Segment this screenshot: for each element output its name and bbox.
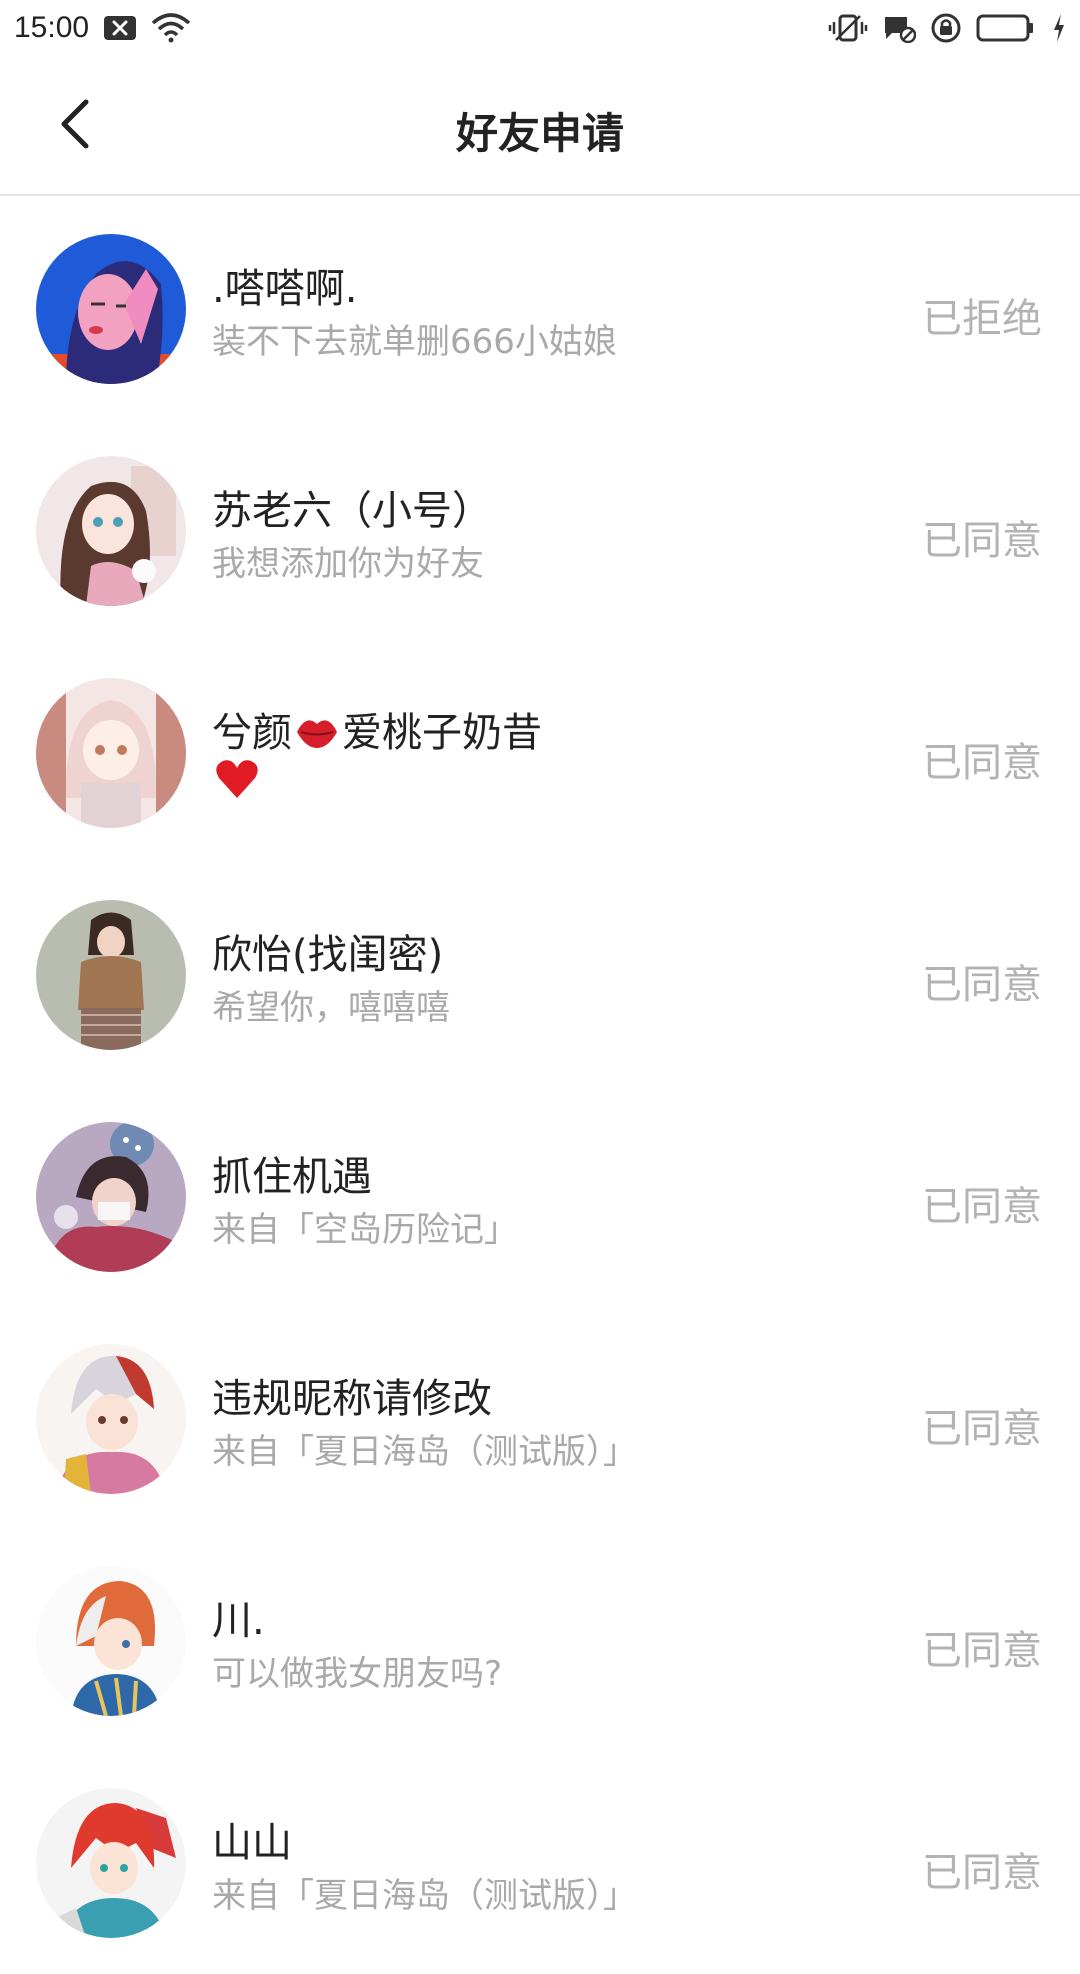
- charging-icon: [1052, 13, 1066, 43]
- avatar[interactable]: [36, 900, 186, 1050]
- request-status: 已同意: [922, 518, 1042, 564]
- close-box-icon: [103, 15, 137, 41]
- avatar[interactable]: [36, 1566, 186, 1716]
- lock-rotation-icon: [930, 12, 962, 44]
- requester-name: 欣怡(找闺密): [212, 932, 444, 978]
- friend-request-item[interactable]: 抓住机遇 来自「空岛历险记」 已同意: [0, 1086, 1080, 1308]
- request-status: 已同意: [922, 1850, 1042, 1896]
- request-message: 我想添加你为好友: [212, 544, 484, 584]
- request-message: 来自「夏日海岛（测试版）」: [212, 1432, 637, 1472]
- friend-request-item[interactable]: 川. 可以做我女朋友吗? 已同意: [0, 1530, 1080, 1752]
- status-time: 15:00: [14, 11, 90, 44]
- status-bar-left: 15:00: [14, 11, 191, 45]
- request-status: 已同意: [922, 1184, 1042, 1230]
- lips-emoji-icon: [294, 710, 340, 762]
- status-bar: 15:00: [0, 0, 1080, 56]
- friend-request-item[interactable]: 欣怡(找闺密) 希望你，嘻嘻嘻 已同意: [0, 864, 1080, 1086]
- request-status: 已拒绝: [922, 296, 1042, 342]
- request-status: 已同意: [922, 1628, 1042, 1674]
- status-bar-right: [828, 12, 1066, 44]
- requester-name-part: 兮颜: [212, 710, 292, 756]
- avatar[interactable]: [36, 1344, 186, 1494]
- page-title: 好友申请: [455, 109, 624, 158]
- friend-request-item[interactable]: .嗒嗒啊. 装不下去就单删666小姑娘 已拒绝: [0, 198, 1080, 420]
- request-status: 已同意: [922, 1406, 1042, 1452]
- requester-name: 川.: [212, 1598, 265, 1644]
- battery-icon: [976, 13, 1038, 43]
- requester-name: 苏老六（小号）: [212, 488, 492, 534]
- message-icon: [882, 13, 916, 43]
- friend-request-item[interactable]: 山山 来自「夏日海岛（测试版）」 已同意: [0, 1752, 1080, 1974]
- avatar[interactable]: [36, 1788, 186, 1938]
- avatar[interactable]: [36, 234, 186, 384]
- friend-request-item[interactable]: 兮颜 爱桃子奶昔 已同意: [0, 642, 1080, 864]
- request-status: 已同意: [922, 962, 1042, 1008]
- avatar[interactable]: [36, 1122, 186, 1272]
- vibrate-icon: [828, 12, 868, 44]
- avatar[interactable]: [36, 456, 186, 606]
- requester-name: 抓住机遇: [212, 1154, 372, 1200]
- request-message: 来自「空岛历险记」: [212, 1210, 518, 1250]
- heart-emoji-icon: [214, 758, 260, 809]
- requester-name-part: 爱桃子奶昔: [342, 710, 542, 756]
- request-status: 已同意: [922, 740, 1042, 786]
- request-message: 可以做我女朋友吗?: [212, 1654, 503, 1694]
- friend-request-item[interactable]: 违规昵称请修改 来自「夏日海岛（测试版）」 已同意: [0, 1308, 1080, 1530]
- wifi-icon: [151, 13, 191, 43]
- request-message: 装不下去就单删666小姑娘: [212, 322, 617, 362]
- requester-name: .嗒嗒啊.: [212, 266, 358, 312]
- requester-name: 兮颜 爱桃子奶昔: [212, 700, 542, 762]
- request-message: [212, 758, 262, 809]
- request-message: 来自「夏日海岛（测试版）」: [212, 1876, 637, 1916]
- friend-request-item[interactable]: 苏老六（小号） 我想添加你为好友 已同意: [0, 420, 1080, 642]
- friend-request-list: .嗒嗒啊. 装不下去就单删666小姑娘 已拒绝 苏老六（小号） 我想添加你为好友…: [0, 198, 1080, 1974]
- avatar[interactable]: [36, 678, 186, 828]
- requester-name: 山山: [212, 1820, 292, 1866]
- requester-name: 违规昵称请修改: [212, 1376, 492, 1422]
- nav-header: 好友申请: [0, 56, 1080, 196]
- request-message: 希望你，嘻嘻嘻: [212, 988, 450, 1028]
